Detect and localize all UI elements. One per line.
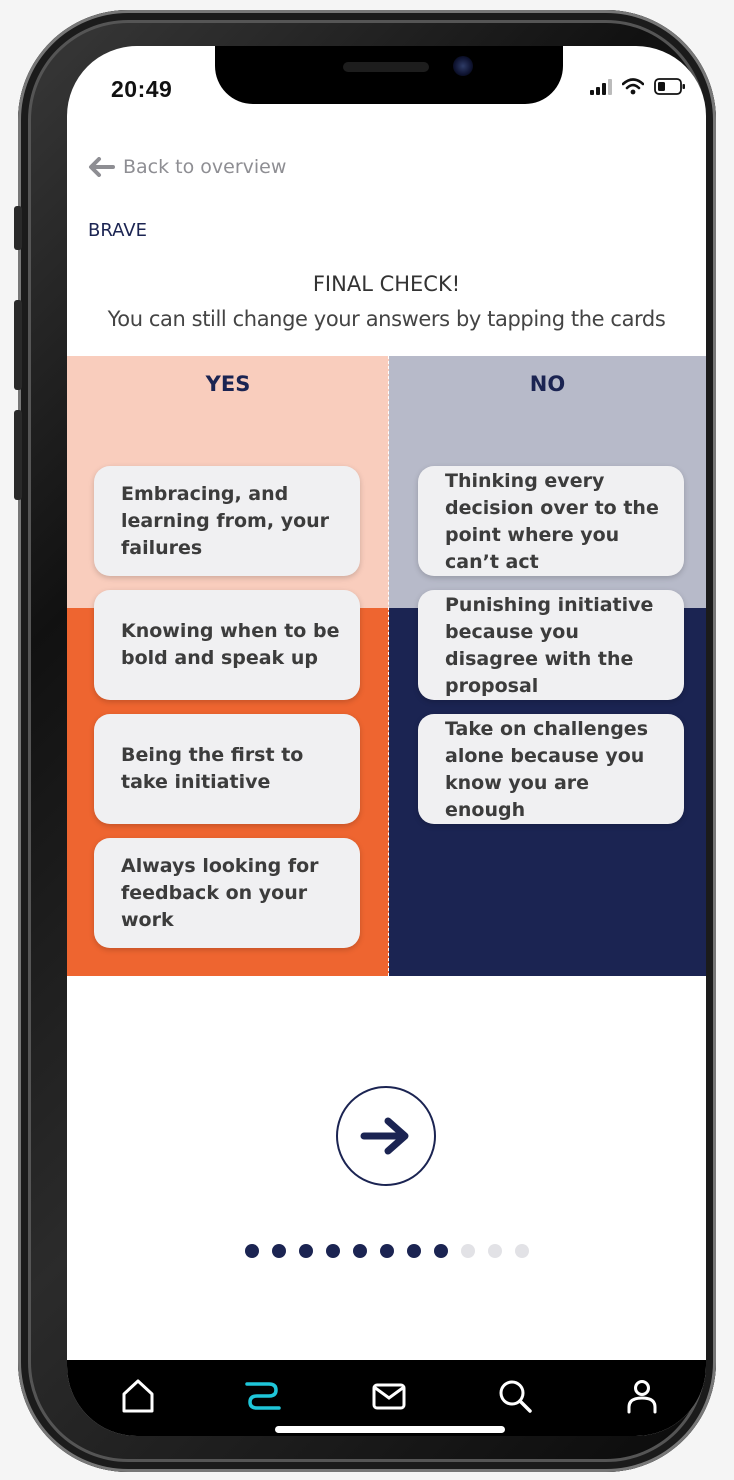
signal-icon	[590, 79, 612, 95]
progress-dot	[352, 1244, 367, 1258]
screen: 20:49 Back to overview BRAVE FINAL CHECK…	[67, 46, 706, 1436]
no-card[interactable]: Take on challenges alone because you kno…	[418, 714, 684, 824]
back-to-overview-link[interactable]: Back to overview	[87, 156, 286, 178]
yes-card[interactable]: Always looking for feedback on your work	[94, 838, 360, 948]
status-icons	[590, 78, 686, 95]
column-divider	[388, 356, 389, 976]
tab-journey[interactable]	[241, 1374, 285, 1418]
tab-search[interactable]	[493, 1374, 537, 1418]
progress-dot	[271, 1244, 286, 1258]
page-title: FINAL CHECK!	[312, 272, 461, 296]
home-icon	[122, 1379, 154, 1413]
progress-dot	[379, 1244, 394, 1258]
next-button[interactable]	[336, 1086, 436, 1186]
wifi-icon	[622, 78, 644, 95]
profile-icon	[627, 1380, 657, 1414]
search-icon	[499, 1380, 532, 1413]
tab-profile[interactable]	[620, 1374, 664, 1418]
volume-down-button	[14, 410, 22, 500]
tab-messages[interactable]	[367, 1374, 411, 1418]
tab-bar	[67, 1360, 706, 1436]
progress-dot	[487, 1244, 502, 1258]
page-subtitle: You can still change your answers by tap…	[107, 307, 666, 331]
arrow-right-icon	[360, 1117, 409, 1155]
mute-switch	[14, 206, 22, 250]
status-time: 20:49	[111, 76, 173, 102]
sorting-board: YES NO Embracing, and learning from, you…	[67, 356, 706, 976]
no-card[interactable]: Thinking every decision over to the poin…	[418, 466, 684, 576]
tab-home[interactable]	[116, 1374, 160, 1418]
front-camera	[453, 56, 473, 76]
notch	[215, 46, 563, 104]
no-column-label: NO	[529, 372, 566, 396]
yes-card[interactable]: Embracing, and learning from, your failu…	[94, 466, 360, 576]
progress-dot	[406, 1244, 421, 1258]
progress-dot	[244, 1244, 259, 1258]
mail-icon	[372, 1383, 406, 1410]
progress-dot	[298, 1244, 313, 1258]
yes-card[interactable]: Knowing when to be bold and speak up	[94, 590, 360, 700]
progress-dots	[67, 1244, 706, 1258]
battery-icon	[654, 78, 685, 95]
home-indicator[interactable]	[275, 1426, 505, 1433]
volume-up-button	[14, 300, 22, 390]
back-label: Back to overview	[123, 156, 287, 178]
yes-card[interactable]: Being the first to take initiative	[94, 714, 360, 824]
progress-dot	[514, 1244, 529, 1258]
yes-column-label: YES	[205, 372, 251, 396]
progress-dot	[433, 1244, 448, 1258]
speaker	[343, 62, 429, 72]
arrow-left-icon	[89, 157, 115, 177]
journey-icon	[245, 1382, 281, 1410]
no-card[interactable]: Punishing initiative because you disagre…	[418, 590, 684, 700]
category-label: BRAVE	[88, 220, 147, 241]
progress-dot	[460, 1244, 475, 1258]
progress-dot	[325, 1244, 340, 1258]
